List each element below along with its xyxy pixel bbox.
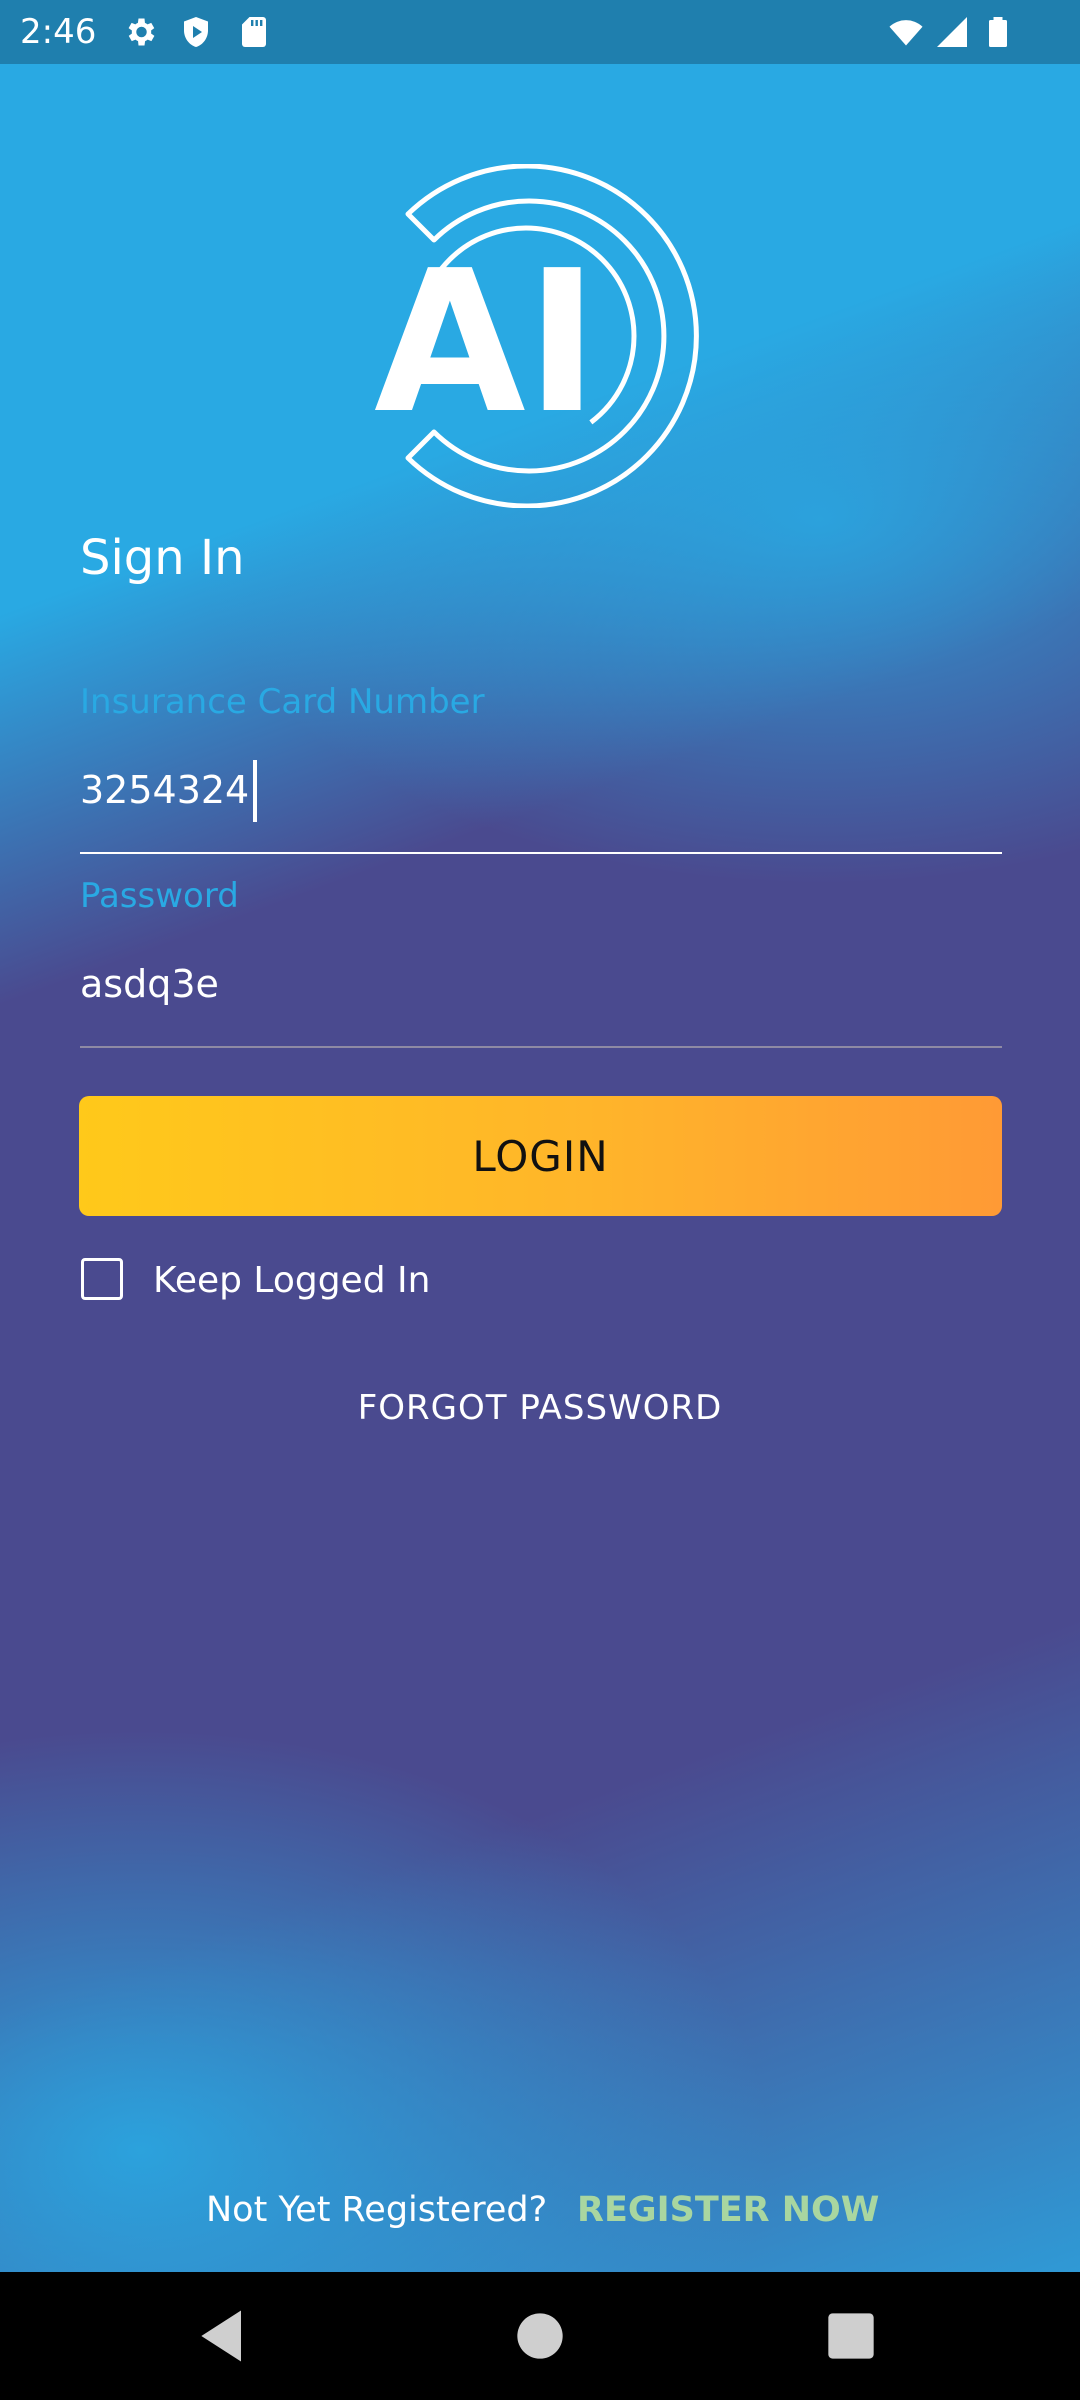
password-input[interactable] — [80, 942, 1000, 1026]
keep-logged-in-checkbox[interactable] — [81, 1258, 123, 1300]
gear-icon — [128, 18, 155, 46]
status-bar: 2:46 — [0, 0, 1080, 64]
recents-icon[interactable] — [817, 2302, 885, 2370]
login-button[interactable]: LOGIN — [79, 1096, 1002, 1216]
home-icon[interactable] — [506, 2302, 574, 2370]
text-cursor — [253, 760, 257, 822]
system-nav-bar — [0, 2272, 1080, 2400]
register-row: Not Yet Registered? REGISTER NOW — [0, 2186, 1080, 2234]
login-screen: 2:46 AI Sign In Insurance Card Number 32… — [0, 0, 1080, 2400]
page-title: Sign In — [80, 530, 245, 586]
keep-logged-in-label: Keep Logged In — [153, 1260, 431, 1301]
card-number-input[interactable] — [80, 748, 1000, 832]
register-now-link[interactable]: REGISTER NOW — [577, 2186, 879, 2234]
status-time: 2:46 — [20, 12, 97, 52]
wifi-icon — [889, 20, 923, 46]
sd-card-icon — [242, 17, 266, 47]
logo-text: AI — [374, 229, 599, 457]
card-number-label: Insurance Card Number — [80, 682, 485, 722]
password-underline — [80, 1046, 1002, 1048]
card-number-underline — [80, 852, 1002, 854]
back-icon[interactable] — [190, 2302, 258, 2370]
battery-icon — [989, 17, 1007, 47]
shield-play-icon — [184, 17, 208, 47]
not-registered-text: Not Yet Registered? — [206, 2190, 548, 2230]
app-logo: AI — [374, 164, 699, 508]
forgot-password-link[interactable]: FORGOT PASSWORD — [0, 1384, 1080, 1432]
password-label: Password — [80, 876, 239, 916]
cell-signal-icon — [937, 17, 967, 47]
